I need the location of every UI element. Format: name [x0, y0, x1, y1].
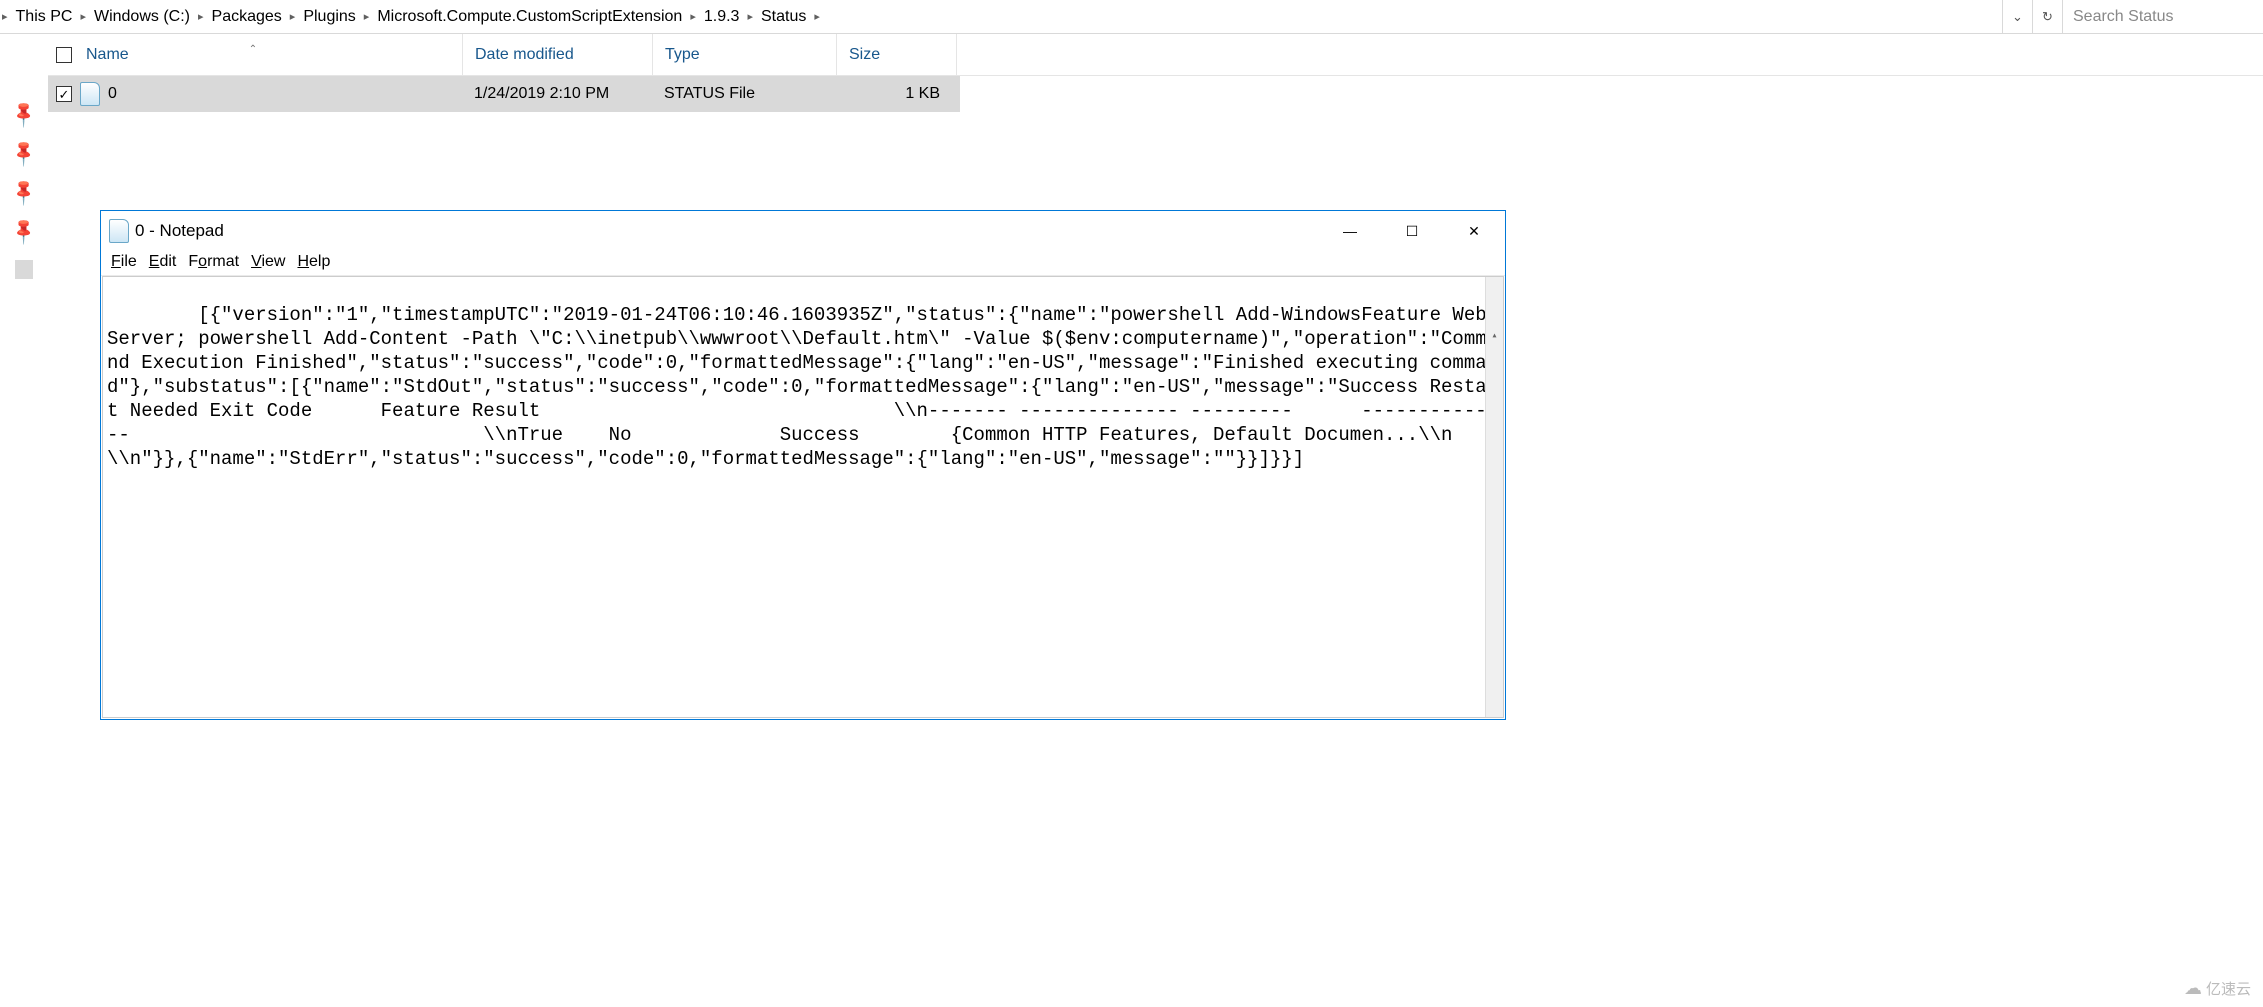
breadcrumb-dropdown-button[interactable]: ⌄ [2003, 0, 2033, 33]
watermark-text: 亿速云 [2206, 978, 2251, 999]
menu-file[interactable]: File [107, 253, 141, 271]
file-icon [80, 82, 100, 106]
breadcrumb-segment[interactable]: Packages [204, 0, 290, 33]
menu-edit[interactable]: Edit [145, 253, 181, 271]
vertical-scrollbar[interactable]: ▴ [1485, 277, 1503, 717]
cloud-icon: ☁ [2184, 978, 2202, 999]
pin-icon[interactable]: 📌 [9, 216, 40, 247]
column-header-row: Name ⌃ Date modified Type Size [48, 34, 2263, 76]
column-header-size[interactable]: Size [836, 34, 956, 75]
notepad-window: 0 - Notepad — ☐ ✕ File Edit Format View … [100, 210, 1506, 720]
file-type: STATUS File [652, 85, 836, 103]
sort-ascending-icon: ⌃ [50, 44, 456, 55]
notepad-icon [109, 219, 129, 243]
breadcrumb-segment[interactable]: Plugins [295, 0, 363, 33]
scroll-up-icon[interactable]: ▴ [1486, 325, 1503, 343]
file-size: 1 KB [836, 85, 956, 103]
chevron-right-icon[interactable]: ▸ [814, 0, 820, 33]
maximize-button[interactable]: ☐ [1381, 211, 1443, 251]
quick-access-rail: 📌 📌 📌 📌 [0, 34, 48, 1007]
column-header-date[interactable]: Date modified [462, 34, 652, 75]
file-row[interactable]: 0 1/24/2019 2:10 PM STATUS File 1 KB [48, 76, 960, 112]
file-name: 0 [108, 85, 117, 103]
file-date: 1/24/2019 2:10 PM [462, 85, 652, 103]
notepad-content: [{"version":"1","timestampUTC":"2019-01-… [107, 304, 1498, 470]
pin-icon[interactable]: 📌 [9, 138, 40, 169]
breadcrumb-segment[interactable]: 1.9.3 [696, 0, 748, 33]
column-header-type[interactable]: Type [652, 34, 836, 75]
menu-help[interactable]: Help [293, 253, 334, 271]
refresh-button[interactable]: ↻ [2033, 0, 2063, 33]
notepad-menu-bar: File Edit Format View Help [101, 251, 1505, 276]
row-checkbox[interactable] [56, 86, 72, 102]
breadcrumb[interactable]: ▸This PC▸Windows (C:)▸Packages▸Plugins▸M… [0, 0, 2003, 33]
close-button[interactable]: ✕ [1443, 211, 1505, 251]
notepad-title: 0 - Notepad [135, 221, 1319, 241]
menu-view[interactable]: View [247, 253, 289, 271]
file-list-area: Name ⌃ Date modified Type Size 0 1/24/20… [48, 34, 2263, 1007]
notepad-titlebar[interactable]: 0 - Notepad — ☐ ✕ [101, 211, 1505, 251]
breadcrumb-segment[interactable]: This PC [8, 0, 81, 33]
pin-icon[interactable]: 📌 [9, 99, 40, 130]
minimize-button[interactable]: — [1319, 211, 1381, 251]
breadcrumb-segment[interactable]: Windows (C:) [86, 0, 198, 33]
breadcrumb-segment[interactable]: Status [753, 0, 814, 33]
address-bar: ▸This PC▸Windows (C:)▸Packages▸Plugins▸M… [0, 0, 2263, 34]
pin-active-item[interactable] [15, 260, 34, 279]
menu-format[interactable]: Format [184, 253, 243, 271]
notepad-text-area[interactable]: [{"version":"1","timestampUTC":"2019-01-… [102, 276, 1504, 718]
pin-icon[interactable]: 📌 [9, 177, 40, 208]
watermark: ☁ 亿速云 [2184, 978, 2251, 999]
breadcrumb-segment[interactable]: Microsoft.Compute.CustomScriptExtension [369, 0, 690, 33]
search-input[interactable] [2063, 0, 2263, 33]
